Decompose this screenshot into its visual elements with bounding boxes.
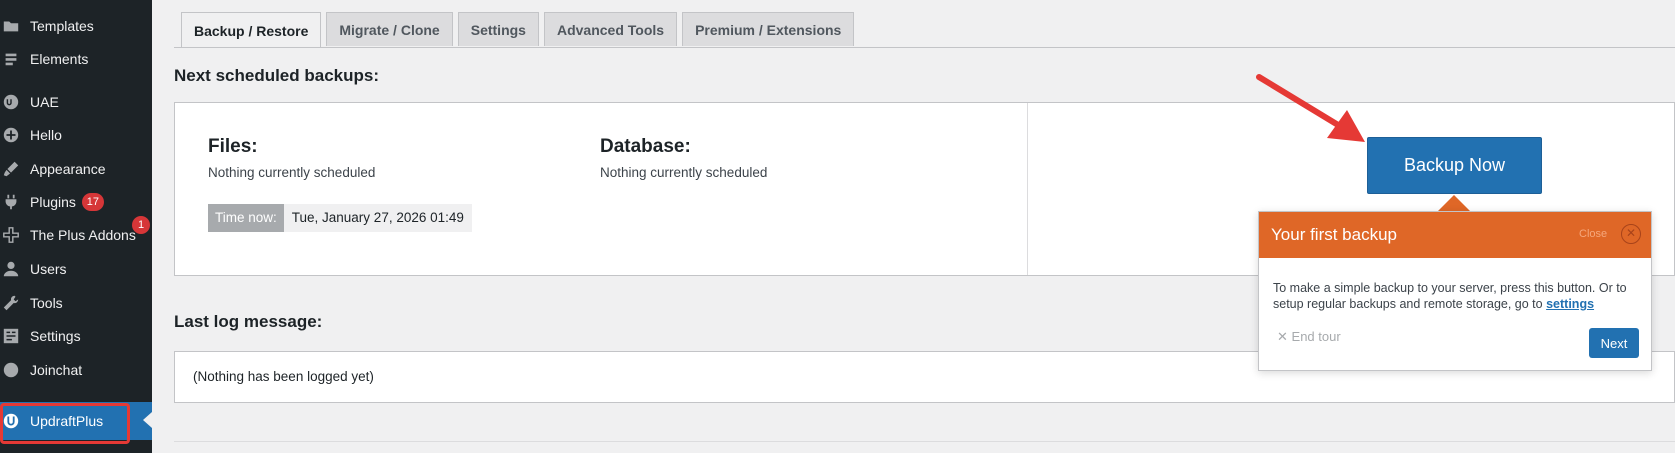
- sidebar-item-label: Elements: [30, 51, 89, 67]
- files-title: Files:: [208, 136, 258, 157]
- bottom-divider: [174, 441, 1675, 442]
- active-menu-arrow: [143, 412, 152, 428]
- sidebar-item-uae[interactable]: UAE: [0, 85, 152, 119]
- plugins-update-badge: 17: [81, 193, 104, 211]
- sidebar-item-label: Joinchat: [30, 362, 83, 378]
- sidebar-item-label: Users: [30, 261, 67, 277]
- annotation-highlight-box: [0, 403, 130, 444]
- sidebar-item-label: Appearance: [30, 161, 106, 177]
- database-title: Database:: [600, 136, 691, 157]
- database-status: Nothing currently scheduled: [600, 165, 768, 180]
- wrench-icon: [0, 294, 30, 312]
- popover-title: Your first backup: [1271, 225, 1397, 244]
- sidebar-item-elements[interactable]: Elements: [0, 42, 152, 76]
- time-now-label: Time now:: [208, 204, 284, 232]
- end-tour-label: End tour: [1291, 329, 1341, 344]
- plus-addons-icon: [0, 226, 30, 244]
- sidebar-item-label: The Plus Addons: [30, 227, 136, 243]
- sidebar-item-label: UAE: [30, 94, 59, 110]
- tab-backup-restore[interactable]: Backup / Restore: [181, 12, 322, 48]
- plug-icon: [0, 193, 30, 211]
- sidebar-item-tools[interactable]: Tools: [0, 286, 152, 320]
- tour-popover: Your first backup Close ✕ To make a simp…: [1258, 211, 1652, 371]
- admin-sidebar: Templates Elements UAE Hello Appearance …: [0, 0, 152, 453]
- settings-link[interactable]: settings: [1546, 297, 1594, 311]
- tabs-divider: [174, 47, 1675, 48]
- log-message: (Nothing has been logged yet): [193, 369, 374, 384]
- tab-premium-extensions[interactable]: Premium / Extensions: [682, 12, 855, 46]
- nav-tabs: Backup / Restore Migrate / Clone Setting…: [181, 12, 859, 48]
- next-button[interactable]: Next: [1589, 328, 1639, 358]
- popover-body: To make a simple backup to your server, …: [1273, 280, 1641, 312]
- settings-icon: [0, 327, 30, 345]
- folder-icon: [0, 17, 30, 35]
- sidebar-item-templates[interactable]: Templates: [0, 9, 152, 43]
- sidebar-item-label: Hello: [30, 127, 62, 143]
- sidebar-item-plugins[interactable]: Plugins 17: [0, 185, 152, 219]
- time-now: Time now: Tue, January 27, 2026 01:49: [208, 204, 472, 232]
- close-icon[interactable]: ✕: [1621, 224, 1641, 244]
- tab-settings[interactable]: Settings: [457, 12, 539, 46]
- sidebar-item-label: Tools: [30, 295, 63, 311]
- tab-migrate-clone[interactable]: Migrate / Clone: [326, 12, 453, 46]
- popover-close-label[interactable]: Close: [1579, 228, 1607, 240]
- uae-icon: [0, 93, 30, 111]
- plus-circle-icon: [0, 126, 30, 144]
- chat-bubble-icon: [0, 361, 30, 379]
- sidebar-item-joinchat[interactable]: Joinchat: [0, 353, 152, 387]
- close-x-icon: ✕: [1277, 329, 1288, 344]
- backup-now-button[interactable]: Backup Now: [1367, 137, 1542, 194]
- paintbrush-icon: [0, 160, 30, 178]
- sidebar-item-label: Plugins: [30, 194, 76, 210]
- sidebar-item-label: Settings: [30, 328, 81, 344]
- sidebar-item-label: Templates: [30, 18, 94, 34]
- sidebar-item-users[interactable]: Users: [0, 252, 152, 286]
- plus-addons-badge: 1: [132, 216, 150, 234]
- log-heading: Last log message:: [174, 312, 323, 331]
- panel-divider: [1027, 103, 1028, 275]
- user-icon: [0, 260, 30, 278]
- popover-pointer: [1437, 195, 1471, 212]
- sidebar-item-hello[interactable]: Hello: [0, 118, 152, 152]
- files-status: Nothing currently scheduled: [208, 165, 376, 180]
- elements-icon: [0, 50, 30, 68]
- scheduled-heading: Next scheduled backups:: [174, 66, 380, 85]
- annotation-arrow-icon: [1256, 74, 1365, 142]
- tab-advanced-tools[interactable]: Advanced Tools: [543, 12, 678, 46]
- sidebar-item-the-plus-addons[interactable]: The Plus Addons 1: [0, 216, 152, 252]
- end-tour-button[interactable]: ✕ End tour: [1277, 329, 1341, 345]
- time-now-value: Tue, January 27, 2026 01:49: [283, 204, 472, 232]
- sidebar-item-appearance[interactable]: Appearance: [0, 152, 152, 186]
- sidebar-item-settings[interactable]: Settings: [0, 319, 152, 353]
- popover-header: Your first backup Close ✕: [1259, 212, 1651, 258]
